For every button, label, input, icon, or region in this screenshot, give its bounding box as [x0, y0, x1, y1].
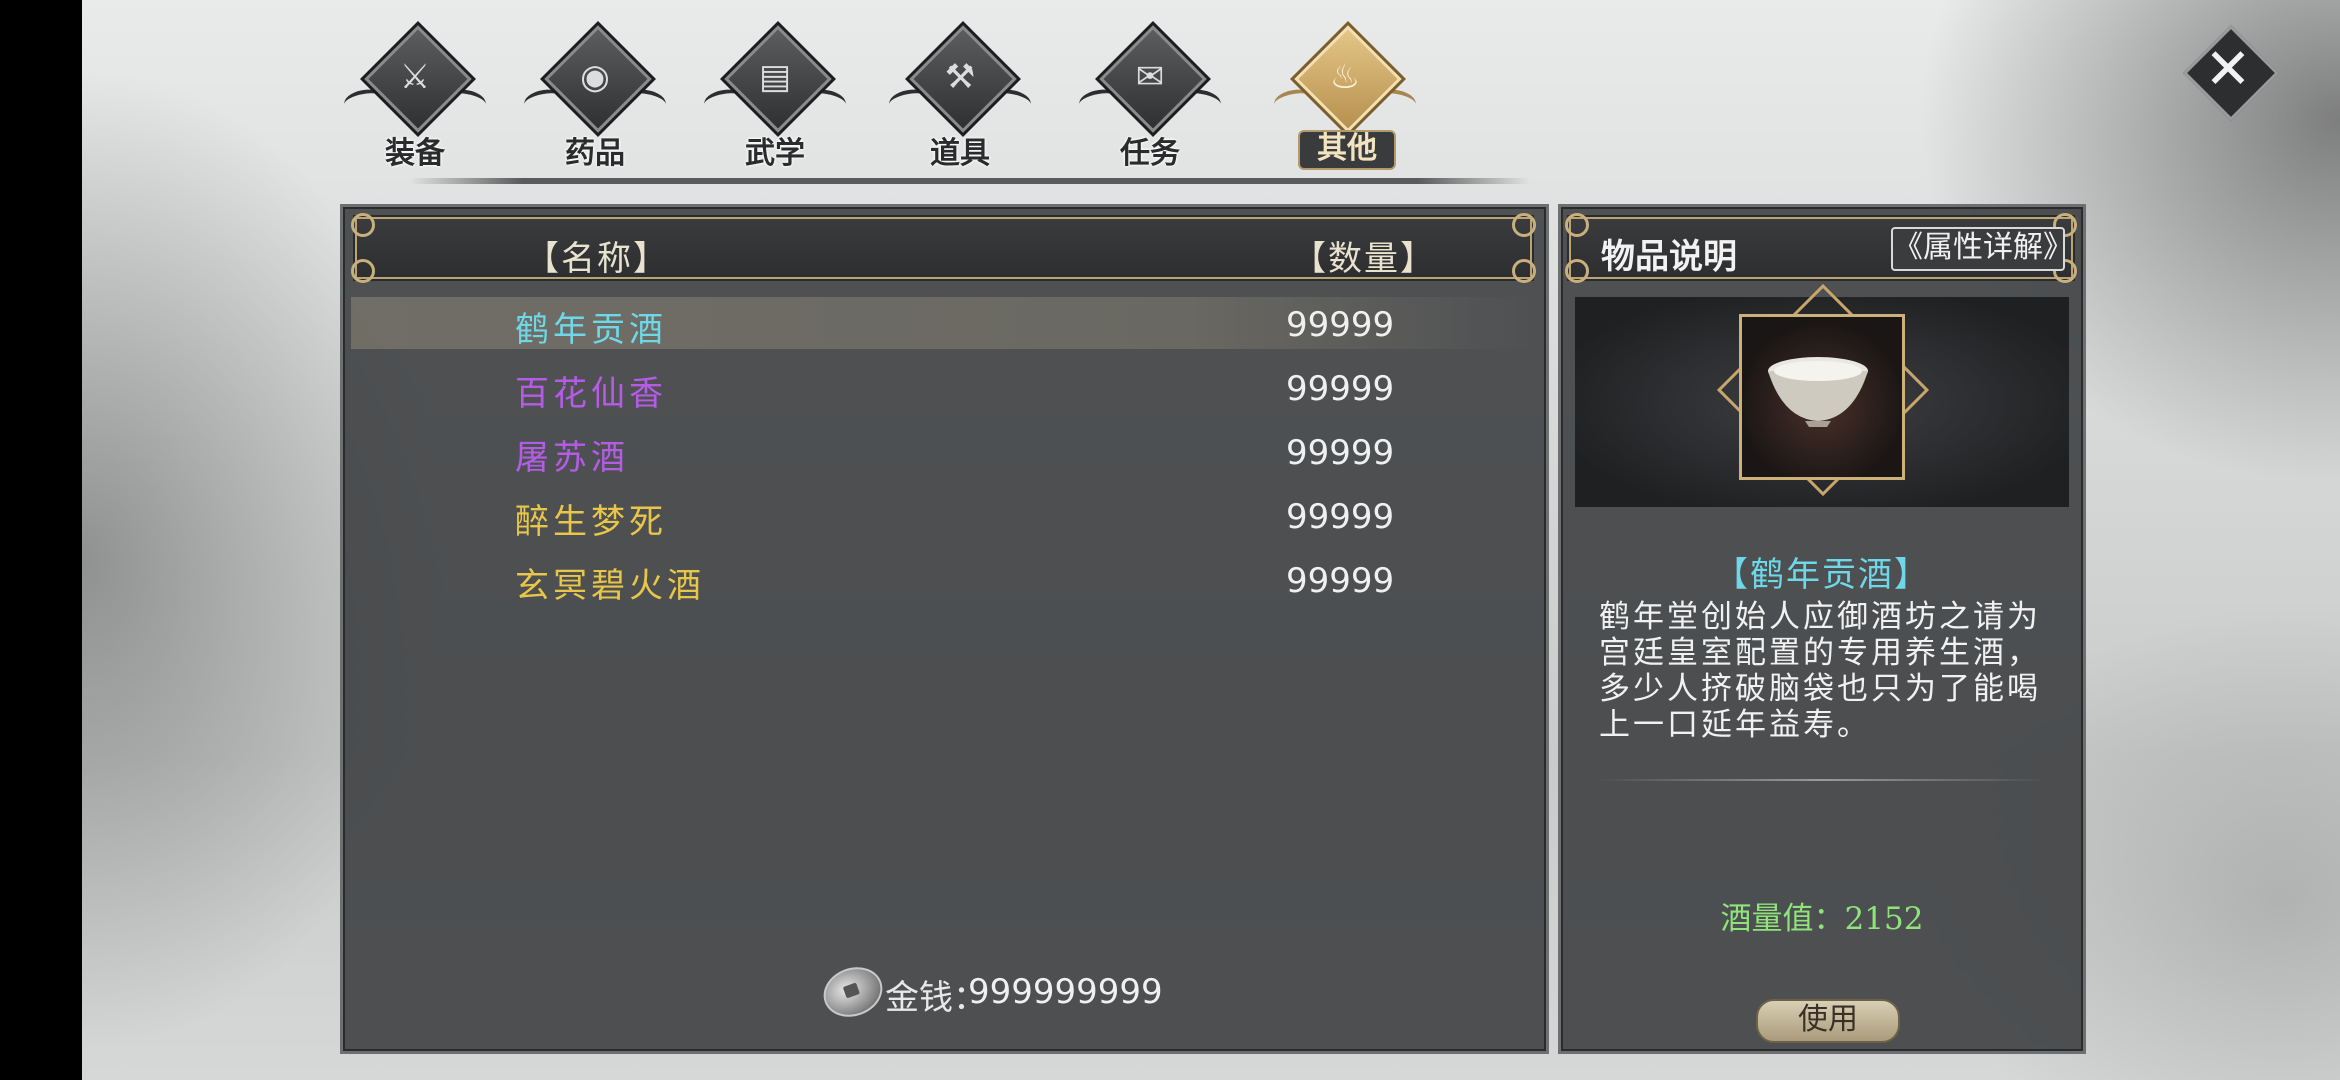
column-header-name: 【名称】: [525, 239, 669, 279]
list-item[interactable]: 醉生梦死 99999: [351, 489, 1536, 542]
item-icon-frame: [1716, 283, 1930, 517]
item-icon-area: [1575, 283, 2069, 507]
column-header-quantity: 【数量】: [1292, 239, 1436, 279]
item-quantity: 99999: [1286, 561, 1395, 601]
tab-martial-arts[interactable]: ▤ 武学: [700, 21, 850, 180]
money-value: 999999999: [968, 972, 1163, 1012]
item-stat: 酒量值：2152: [1720, 901, 1924, 937]
tab-items[interactable]: ⚒ 道具: [885, 21, 1035, 180]
close-button[interactable]: ✕: [2182, 24, 2280, 122]
item-name: 百花仙香: [515, 374, 667, 414]
item-name: 屠苏酒: [515, 438, 629, 478]
scroll-icon: ✉: [1135, 57, 1165, 97]
item-quantity: 99999: [1286, 433, 1395, 473]
category-tabs: ⚔ 装备 ◉ 药品 ▤ 武学 ⚒ 道具 ✉ 任务 ♨ 其他: [340, 21, 1440, 180]
item-name: 醉生梦死: [515, 502, 667, 542]
tab-equipment[interactable]: ⚔ 装备: [340, 21, 490, 180]
use-button[interactable]: 使用: [1756, 999, 1900, 1043]
list-item[interactable]: 玄冥碧火酒 99999: [351, 553, 1536, 606]
item-description-text: 鹤年堂创始人应御酒坊之请为宫廷皇室配置的专用养生酒，多少人挤破脑袋也只为了能喝上…: [1599, 599, 2041, 743]
wine-bowl-icon: [1768, 357, 1868, 427]
tab-label: 道具: [930, 136, 990, 171]
divider: [1597, 779, 2047, 781]
tool-icon: ⚒: [944, 57, 976, 97]
close-icon: ✕: [2204, 37, 2252, 102]
potion-icon: ◉: [580, 57, 610, 97]
item-quantity: 99999: [1286, 369, 1395, 409]
item-name: 鹤年贡酒: [515, 310, 667, 350]
tab-quests[interactable]: ✉ 任务: [1075, 21, 1225, 180]
tab-label: 其他: [1298, 130, 1396, 170]
selected-item-name: 【鹤年贡酒】: [1714, 555, 1930, 595]
money-display: 金钱： 999999999: [816, 959, 1243, 1025]
description-header: 物品说明 《属性详解》: [1565, 213, 2077, 283]
attribute-details-button[interactable]: 《属性详解》: [1891, 227, 2073, 271]
tab-divider: [410, 178, 1530, 184]
silver-coin-icon: [816, 959, 890, 1025]
item-quantity: 99999: [1286, 497, 1395, 537]
armor-icon: ⚔: [399, 57, 431, 97]
tab-label: 装备: [385, 136, 445, 171]
item-name: 玄冥碧火酒: [515, 566, 705, 606]
panel-title: 物品说明: [1601, 237, 1737, 277]
black-side-bar: [0, 0, 82, 1080]
list-header: 【名称】 【数量】: [351, 213, 1536, 283]
tab-other[interactable]: ♨ 其他: [1270, 21, 1420, 180]
item-description-panel: 物品说明 《属性详解》 【鹤年贡酒】 鹤年堂创始人应御酒坊之请为宫廷皇室配置的专…: [1558, 204, 2086, 1054]
tab-medicine[interactable]: ◉ 药品: [520, 21, 670, 180]
item-quantity: 99999: [1286, 305, 1395, 345]
flame-icon: ♨: [1329, 57, 1361, 97]
list-item[interactable]: 屠苏酒 99999: [351, 425, 1536, 478]
tab-label: 任务: [1120, 136, 1180, 171]
list-item[interactable]: 百花仙香 99999: [351, 361, 1536, 414]
tab-label: 药品: [565, 136, 625, 171]
item-list-panel: 【名称】 【数量】 鹤年贡酒 99999 百花仙香 99999 屠苏酒 9999…: [340, 204, 1549, 1054]
list-item[interactable]: 鹤年贡酒 99999: [351, 297, 1536, 350]
tab-label: 武学: [745, 136, 805, 171]
book-icon: ▤: [758, 57, 792, 97]
